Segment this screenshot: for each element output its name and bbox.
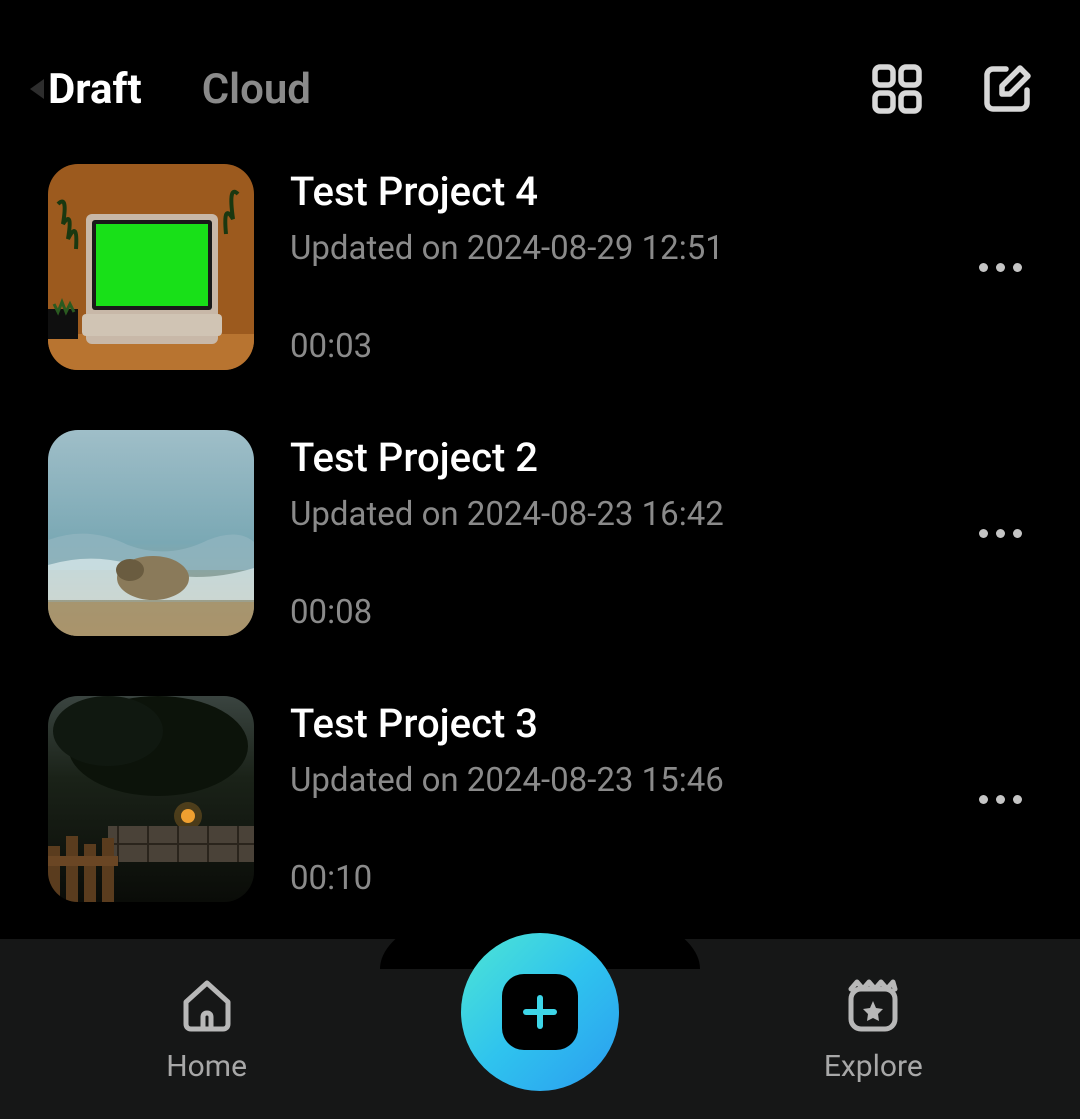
project-title: Test Project 2 bbox=[290, 434, 943, 481]
project-title: Test Project 4 bbox=[290, 168, 943, 215]
project-info: Test Project 2 Updated on 2024-08-23 16:… bbox=[290, 430, 943, 636]
more-icon bbox=[979, 263, 1022, 272]
header: Draft Cloud bbox=[0, 0, 1080, 130]
home-icon bbox=[177, 975, 237, 1035]
more-options-button[interactable] bbox=[979, 696, 1032, 902]
explore-icon bbox=[843, 975, 903, 1035]
tab-cloud[interactable]: Cloud bbox=[202, 65, 311, 114]
tab-draft[interactable]: Draft bbox=[48, 65, 142, 114]
plus-icon bbox=[502, 974, 578, 1050]
project-duration: 00:10 bbox=[290, 859, 943, 898]
edit-icon bbox=[982, 64, 1032, 114]
nav-explore-label: Explore bbox=[824, 1049, 923, 1084]
edit-button[interactable] bbox=[982, 64, 1032, 114]
more-options-button[interactable] bbox=[979, 164, 1032, 370]
project-updated: Updated on 2024-08-23 15:46 bbox=[290, 761, 943, 800]
nav-home[interactable]: Home bbox=[107, 975, 307, 1084]
grid-icon bbox=[872, 64, 922, 114]
project-item[interactable]: Test Project 3 Updated on 2024-08-23 15:… bbox=[48, 696, 1032, 902]
more-icon bbox=[979, 529, 1022, 538]
create-button[interactable] bbox=[461, 933, 619, 1091]
project-title: Test Project 3 bbox=[290, 700, 943, 747]
project-updated: Updated on 2024-08-29 12:51 bbox=[290, 229, 943, 268]
nav-home-label: Home bbox=[166, 1049, 247, 1084]
project-duration: 00:03 bbox=[290, 327, 943, 366]
project-thumbnail bbox=[48, 696, 254, 902]
project-list: Test Project 4 Updated on 2024-08-29 12:… bbox=[0, 130, 1080, 902]
fab-container bbox=[461, 933, 619, 1091]
project-thumbnail bbox=[48, 164, 254, 370]
more-options-button[interactable] bbox=[979, 430, 1032, 636]
project-item[interactable]: Test Project 2 Updated on 2024-08-23 16:… bbox=[48, 430, 1032, 636]
project-info: Test Project 3 Updated on 2024-08-23 15:… bbox=[290, 696, 943, 902]
project-item[interactable]: Test Project 4 Updated on 2024-08-29 12:… bbox=[48, 164, 1032, 370]
project-duration: 00:08 bbox=[290, 593, 943, 632]
project-thumbnail bbox=[48, 430, 254, 636]
project-updated: Updated on 2024-08-23 16:42 bbox=[290, 495, 943, 534]
nav-explore[interactable]: Explore bbox=[773, 975, 973, 1084]
header-actions bbox=[872, 64, 1032, 114]
more-icon bbox=[979, 795, 1022, 804]
grid-view-button[interactable] bbox=[872, 64, 922, 114]
project-info: Test Project 4 Updated on 2024-08-29 12:… bbox=[290, 164, 943, 370]
tabs: Draft Cloud bbox=[48, 65, 872, 114]
